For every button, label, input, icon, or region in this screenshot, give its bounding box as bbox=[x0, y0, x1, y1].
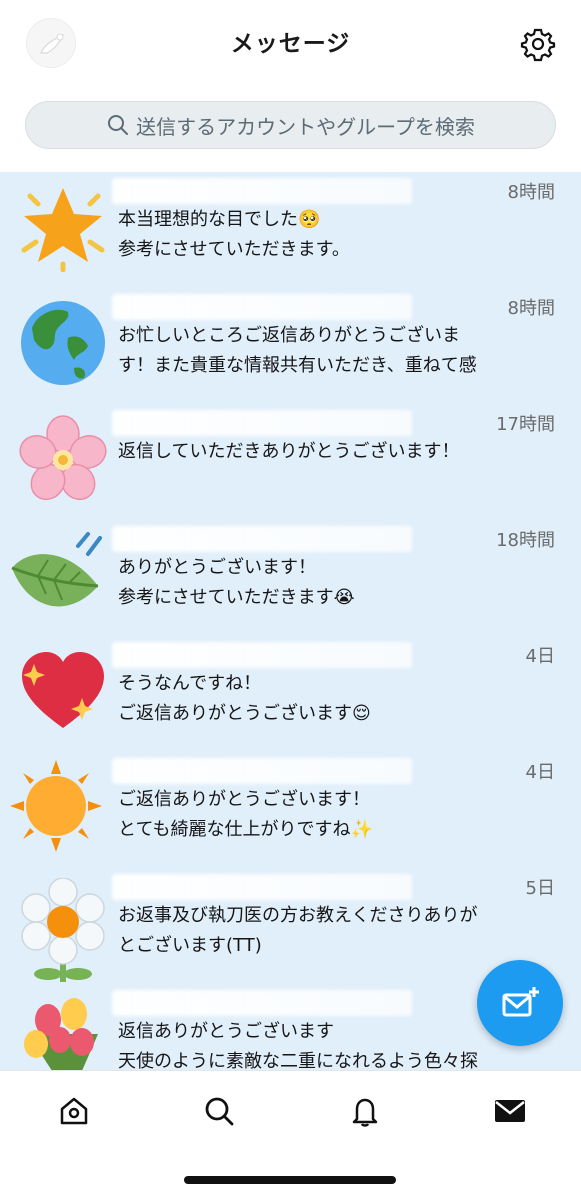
globe-avatar-icon bbox=[18, 298, 108, 388]
mail-icon bbox=[495, 1100, 525, 1122]
white-flower-avatar-icon bbox=[18, 877, 108, 982]
conversation-row[interactable]: 8時間 本当理想的な目でした🥺 参考にさせていただきます。 bbox=[0, 172, 581, 288]
timestamp: 4日 bbox=[525, 646, 555, 667]
gear-icon bbox=[520, 28, 556, 62]
search-bar[interactable]: 送信するアカウントやグループを検索 bbox=[25, 101, 556, 149]
blurred-username bbox=[112, 642, 412, 668]
blurred-username bbox=[112, 526, 412, 552]
search-icon bbox=[205, 1097, 234, 1126]
timestamp: 18時間 bbox=[496, 530, 555, 551]
sun-avatar-icon bbox=[10, 760, 108, 852]
conversation-row[interactable]: 17時間 返信していただきありがとうございます！ bbox=[0, 404, 581, 520]
blurred-username bbox=[112, 410, 412, 436]
timestamp: 8時間 bbox=[507, 298, 555, 319]
conversation-list[interactable]: 8時間 本当理想的な目でした🥺 参考にさせていただきます。 8時間 お忙しいとこ… bbox=[0, 172, 581, 1070]
home-icon bbox=[60, 1097, 88, 1125]
timestamp: 4日 bbox=[525, 762, 555, 783]
home-indicator bbox=[184, 1176, 396, 1184]
timestamp: 5日 bbox=[525, 878, 555, 899]
header: メッセージ bbox=[0, 0, 581, 90]
timestamp: 8時間 bbox=[507, 182, 555, 203]
conversation-row[interactable]: 8時間 お忙しいところご返信ありがとうございま す！また貴重な情報共有いただき、… bbox=[0, 288, 581, 404]
cherry-blossom-avatar-icon bbox=[18, 414, 108, 504]
message-preview: 返信していただきありがとうございます！ bbox=[118, 441, 460, 462]
message-preview: ありがとうございます！ 参考にさせていただきます😭 bbox=[118, 557, 355, 608]
bell-icon bbox=[352, 1098, 378, 1127]
new-message-button[interactable] bbox=[477, 960, 563, 1046]
message-preview: お忙しいところご返信ありがとうございま す！また貴重な情報共有いただき、重ねて感 bbox=[118, 325, 477, 376]
conversation-row[interactable]: 4日 ご返信ありがとうございます！ とても綺麗な仕上がりですね✨ bbox=[0, 752, 581, 868]
bouquet-avatar-icon bbox=[18, 994, 108, 1070]
tab-home[interactable] bbox=[54, 1091, 94, 1131]
timestamp: 17時間 bbox=[496, 414, 555, 435]
star-avatar-icon bbox=[18, 182, 108, 273]
settings-button[interactable] bbox=[518, 24, 558, 64]
leaf-avatar-icon bbox=[11, 530, 108, 620]
search-placeholder: 送信するアカウントやグループを検索 bbox=[136, 114, 475, 139]
message-preview: お返事及び執刀医の方お教えくださりありが とございます(TT) bbox=[118, 905, 478, 956]
tab-messages[interactable] bbox=[490, 1091, 530, 1131]
blurred-username bbox=[112, 758, 412, 784]
conversation-row[interactable]: 4日 そうなんですね！ ご返信ありがとうございます😌 bbox=[0, 636, 581, 752]
blurred-username bbox=[112, 178, 412, 204]
message-preview: ご返信ありがとうございます！ とても綺麗な仕上がりですね✨ bbox=[118, 789, 373, 840]
search-icon bbox=[108, 115, 129, 135]
blurred-username bbox=[112, 294, 412, 320]
blurred-username bbox=[112, 990, 412, 1016]
message-preview: 本当理想的な目でした🥺 参考にさせていただきます。 bbox=[118, 209, 350, 260]
blurred-username bbox=[112, 874, 412, 900]
sparkling-heart-avatar-icon bbox=[18, 646, 108, 736]
page-title: メッセージ bbox=[230, 31, 351, 57]
conversation-row[interactable]: 18時間 ありがとうございます！ 参考にさせていただきます😭 bbox=[0, 520, 581, 636]
conversation-row[interactable]: 5日 お返事及び執刀医の方お教えくださりありが とございます(TT) bbox=[0, 868, 581, 984]
tab-notifications[interactable] bbox=[345, 1091, 385, 1131]
message-preview: そうなんですね！ ご返信ありがとうございます😌 bbox=[118, 673, 371, 724]
tab-search[interactable] bbox=[199, 1091, 239, 1131]
new-message-icon bbox=[502, 987, 539, 1017]
